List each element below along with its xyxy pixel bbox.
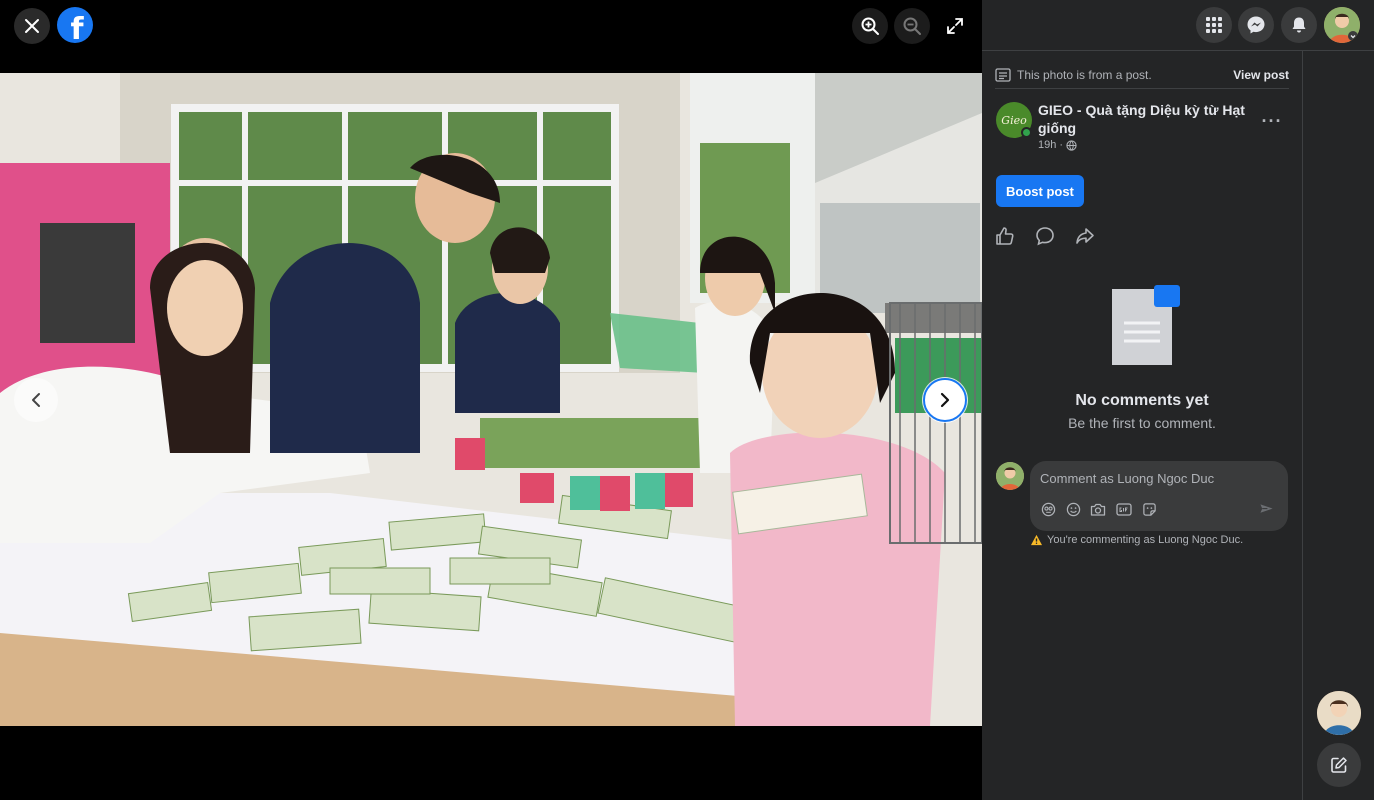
- fullscreen-button[interactable]: [937, 8, 973, 44]
- no-comments-title: No comments yet: [1075, 392, 1209, 409]
- send-comment-button[interactable]: [1258, 501, 1274, 517]
- view-post-link[interactable]: View post: [1233, 68, 1289, 82]
- globe-icon: [1066, 139, 1077, 151]
- share-button[interactable]: [1074, 225, 1096, 247]
- camera-button[interactable]: [1090, 501, 1106, 517]
- like-button[interactable]: [994, 225, 1016, 247]
- comment-button[interactable]: [1034, 225, 1056, 247]
- notifications-button[interactable]: [1281, 7, 1317, 43]
- page-name-link[interactable]: GIEO - Quà tặng Diệu kỳ từ Hạt giống: [1038, 101, 1248, 137]
- page-avatar-text: Gieo: [1001, 113, 1027, 127]
- close-button[interactable]: [14, 8, 50, 44]
- zoom-out-button[interactable]: [894, 8, 930, 44]
- more-options-button[interactable]: ···: [1258, 107, 1286, 135]
- commenting-as-notice: You're commenting as Luong Ngoc Duc.: [1030, 534, 1243, 546]
- send-icon: [1259, 503, 1273, 513]
- facebook-logo[interactable]: f: [57, 7, 93, 43]
- emoji-icon: [1066, 502, 1080, 516]
- fullscreen-icon: [947, 18, 963, 34]
- avatar-sticker-button[interactable]: [1040, 501, 1056, 517]
- new-message-button[interactable]: [1317, 743, 1361, 787]
- meta-separator: ·: [1059, 139, 1064, 151]
- next-photo-button[interactable]: [923, 378, 967, 422]
- emoji-button[interactable]: [1065, 501, 1081, 517]
- chevron-right-icon: [940, 392, 950, 408]
- messenger-icon: [1247, 16, 1265, 34]
- bell-icon: [1292, 17, 1306, 33]
- facebook-logo-letter: f: [70, 11, 84, 44]
- avatar-sticker-icon: [1041, 502, 1055, 516]
- comment-input[interactable]: [1040, 467, 1278, 489]
- no-comments-subtitle: Be the first to comment.: [1068, 415, 1216, 431]
- post-document-icon: [995, 67, 1011, 82]
- close-icon: [25, 19, 39, 33]
- commenting-as-text: You're commenting as Luong Ngoc Duc.: [1047, 534, 1244, 546]
- online-status-dot: [1021, 127, 1032, 138]
- boost-post-button[interactable]: Boost post: [996, 175, 1084, 207]
- zoom-in-icon: [861, 17, 879, 35]
- chat-contact-avatar[interactable]: [1317, 691, 1361, 735]
- sticker-button[interactable]: [1141, 501, 1157, 517]
- comment-icon: [1036, 227, 1054, 246]
- from-post-text: This photo is from a post.: [1017, 67, 1152, 82]
- chat-sidebar: [1302, 50, 1374, 800]
- post-photo: [0, 73, 982, 726]
- share-icon: [1076, 228, 1094, 244]
- warning-icon: [1030, 534, 1043, 546]
- top-navigation: [982, 0, 1374, 50]
- messenger-button[interactable]: [1238, 7, 1274, 43]
- zoom-out-icon: [903, 17, 921, 35]
- from-post-bar: This photo is from a post. View post: [995, 61, 1289, 89]
- gif-button[interactable]: [1116, 501, 1132, 517]
- photo-viewer: f: [0, 0, 982, 800]
- profile-avatar: [1324, 7, 1360, 43]
- no-comments-illustration: [1110, 285, 1180, 367]
- previous-photo-button[interactable]: [14, 378, 58, 422]
- current-user-avatar[interactable]: [996, 462, 1024, 490]
- chevron-left-icon: [32, 393, 40, 407]
- compose-icon: [1331, 757, 1347, 773]
- zoom-in-button[interactable]: [852, 8, 888, 44]
- post-meta: 19h ·: [1038, 139, 1077, 151]
- camera-icon: [1090, 503, 1106, 516]
- menu-button[interactable]: [1196, 7, 1232, 43]
- sticker-icon: [1142, 502, 1156, 516]
- comment-composer: [1030, 461, 1288, 531]
- post-actions: [994, 225, 1096, 247]
- gif-icon: [1116, 502, 1132, 516]
- post-details-panel: This photo is from a post. View post Gie…: [982, 50, 1302, 800]
- grid-menu-icon: [1206, 17, 1222, 33]
- like-icon: [996, 227, 1014, 245]
- post-time[interactable]: 19h: [1038, 139, 1056, 151]
- account-button[interactable]: [1324, 7, 1360, 43]
